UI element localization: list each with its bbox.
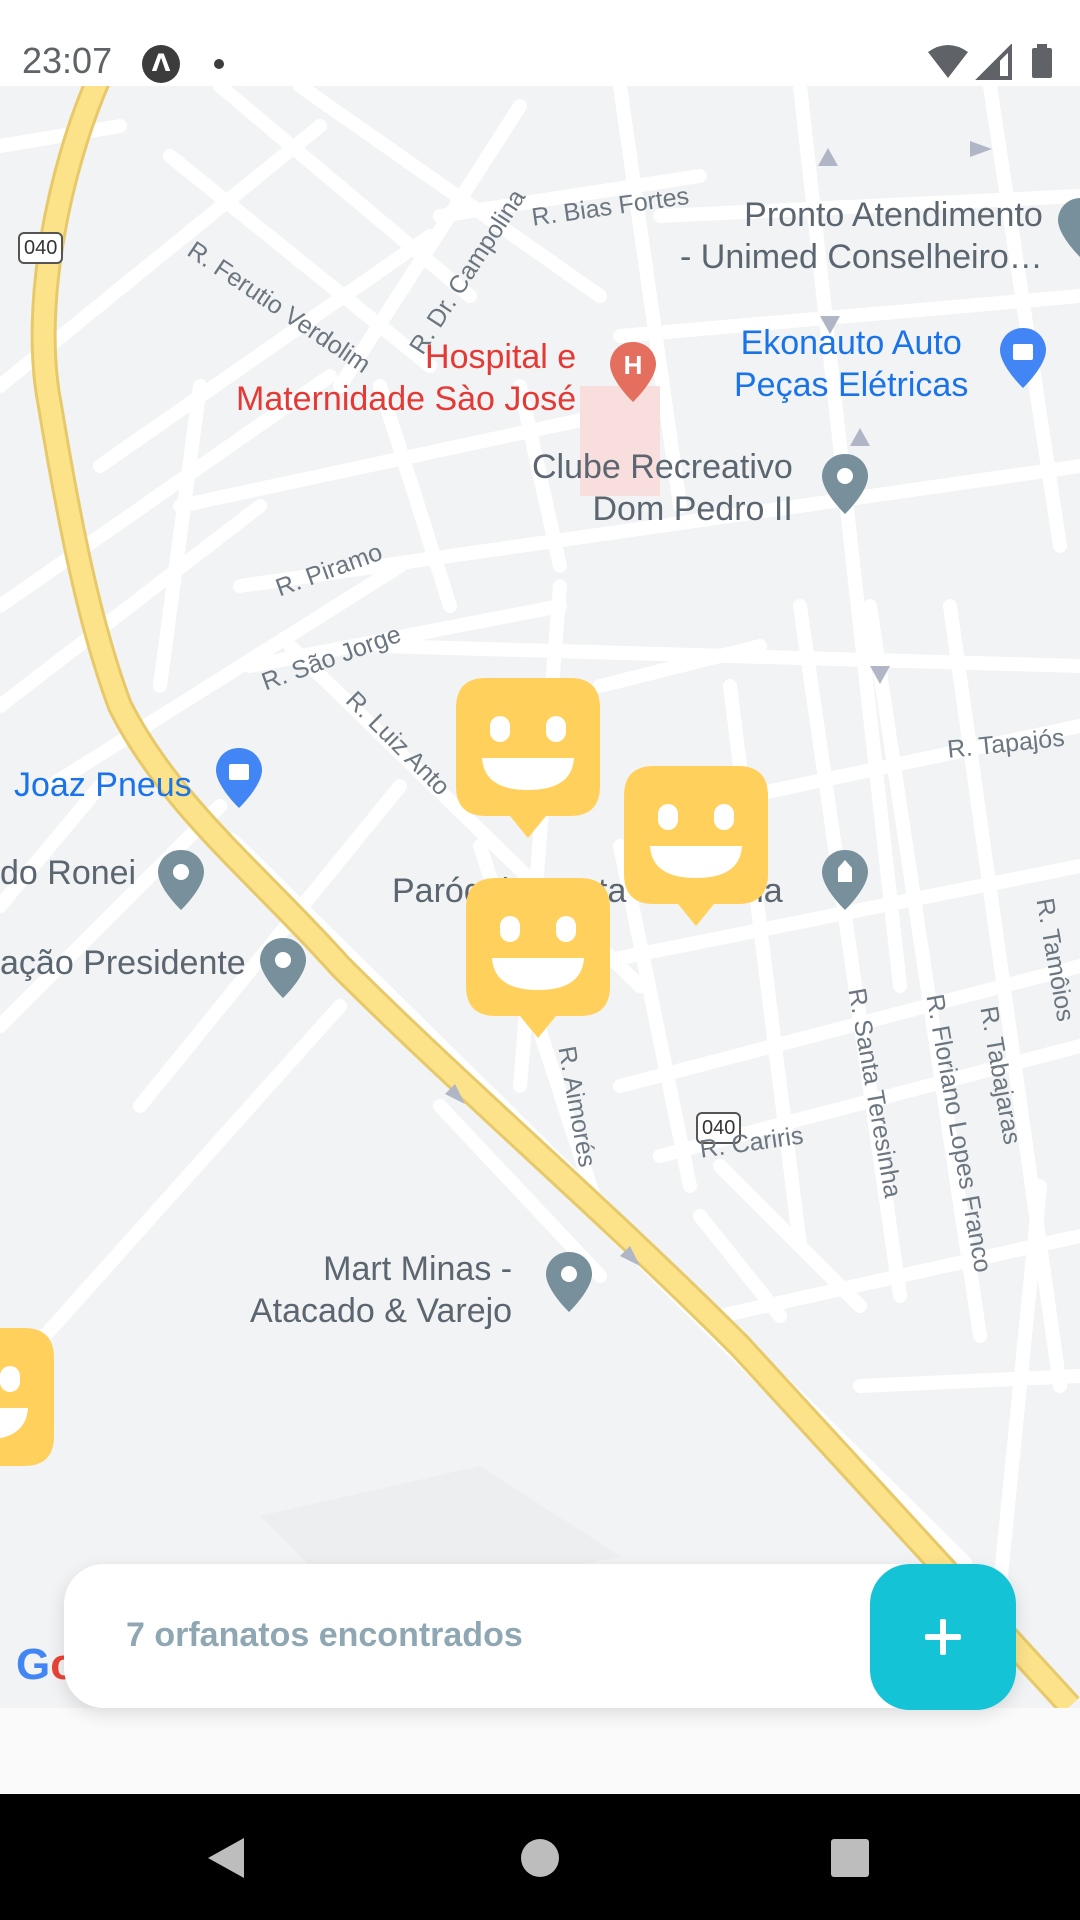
notification-dot-icon [214,59,224,69]
status-bar: 23:07 ᐱ [0,0,1080,86]
poi-pin-icon[interactable] [156,848,206,912]
place-label-clube: Clube Recreativo Dom Pedro II [532,448,793,528]
plus-icon [925,1619,961,1655]
status-icons [928,44,1052,80]
bottom-spacer [0,1708,1080,1794]
battery-icon [1032,44,1052,78]
poi-pin-icon[interactable] [1056,196,1080,260]
status-time: 23:07 [22,40,113,81]
back-triangle-icon[interactable] [204,1834,248,1882]
app-notification-icon: ᐱ [142,45,180,83]
shopping-bag-icon[interactable] [214,746,264,810]
shopping-bag-icon[interactable] [998,326,1048,390]
place-label-presidente: ação Presidente [0,944,246,982]
place-label-mart: Mart Minas - Atacado & Varejo [250,1250,513,1330]
wifi-icon [928,45,968,78]
highway-shield: 040 [18,232,64,264]
navigation-bar [0,1794,1080,1920]
home-circle-icon[interactable] [520,1834,560,1882]
poi-pin-icon[interactable] [258,936,308,1000]
place-label-hospital: Hospital e Maternidade Sào José [236,338,577,418]
signal-icon [975,44,1012,80]
create-orphanage-button[interactable] [870,1564,1016,1710]
orphanages-found-text: 7 orfanatos encontrados [126,1616,523,1654]
orphanage-marker-smile-icon[interactable] [456,678,600,838]
place-label-joaz: Joaz Pneus [14,766,192,804]
place-label-ronei: do Ronei [0,854,137,892]
church-icon[interactable] [820,848,870,912]
poi-pin-icon[interactable] [544,1250,594,1314]
svg-text:H: H [624,350,643,380]
recents-square-icon[interactable] [830,1834,870,1882]
poi-pin-icon[interactable] [820,452,870,516]
orphanage-marker-smile-icon[interactable] [624,766,768,926]
hospital-icon[interactable]: H [608,340,658,404]
orphanage-marker-smile-icon[interactable] [466,878,610,1038]
map-view[interactable]: 040 040 R. Ferutio Verdolim R. Dr. Campo… [0,86,1080,1708]
orphanage-marker-smile-icon[interactable] [0,1328,54,1488]
place-label-pronto: Pronto Atendimento - Unimed Conselheiro… [680,196,1043,276]
place-label-ekonauto: Ekonauto Auto Peças Elétricas [734,324,969,404]
